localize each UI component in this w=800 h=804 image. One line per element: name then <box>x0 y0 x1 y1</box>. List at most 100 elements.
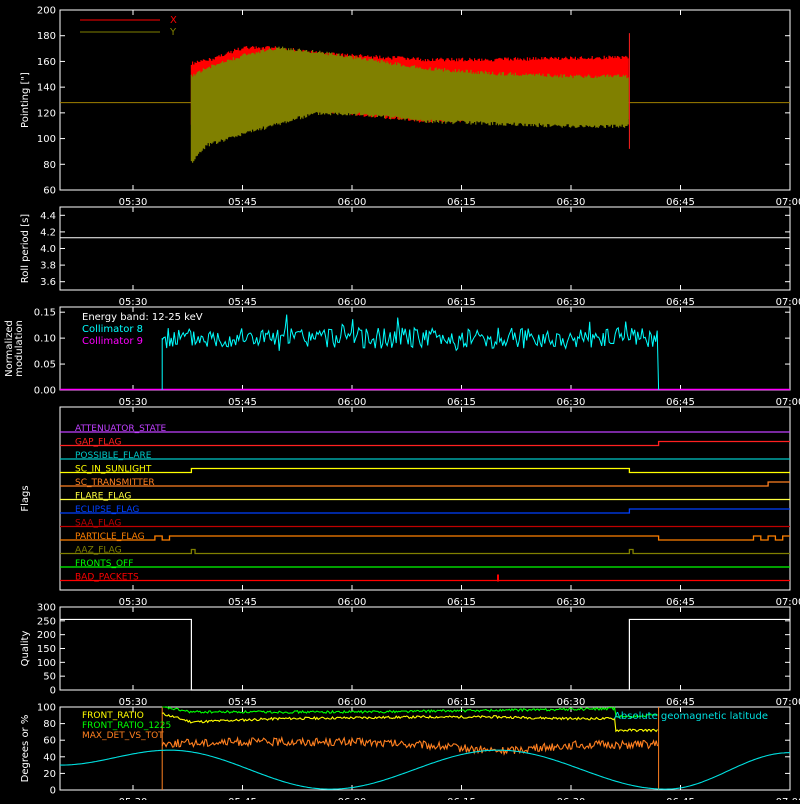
x-tick-label: 06:30 <box>557 397 586 408</box>
flag-label: BAD_PACKETS <box>75 573 139 583</box>
x-tick-label: 05:45 <box>228 197 257 208</box>
plot-frame <box>59 406 791 591</box>
flag-line-eclipse_flag <box>60 508 790 514</box>
y-tick-label: 0.10 <box>34 334 56 345</box>
panel-roll: 05:30 05:45 06:00 06:15 06:30 06:45 07:00 3.6 3.… <box>20 206 800 308</box>
x-tick-label: 05:45 <box>228 397 257 408</box>
x-tick-label: 06:15 <box>447 597 476 608</box>
x-tick-label: 05:30 <box>119 597 148 608</box>
panel-quality: 05:30 05:45 06:00 06:15 06:30 06:45 07:00 0 50 10… <box>20 603 800 709</box>
x-tick-label: 07:00 <box>776 597 800 608</box>
y-tick-label: 4.2 <box>40 227 56 238</box>
x-tick-label: 05:30 <box>119 297 148 308</box>
y-tick-label: 250 <box>37 616 56 627</box>
x-tick-label: 06:15 <box>447 297 476 308</box>
y-tick-label: 20 <box>43 769 56 780</box>
y-tick-label: 100 <box>37 703 56 714</box>
legend-label: MAX_DET_VS_TOT <box>82 731 164 741</box>
y-tick-label: 3.6 <box>40 277 56 288</box>
x-tick-label: 06:45 <box>666 597 695 608</box>
flag-label: SAA_FLAG <box>75 519 121 529</box>
quality-line <box>60 618 790 691</box>
flag-label: ECLIPSE_FLAG <box>75 505 139 515</box>
flag-label: FLARE_FLAG <box>75 492 131 502</box>
x-tick-label: 07:00 <box>776 397 800 408</box>
flag-label: GAP_FLAG <box>75 438 121 448</box>
y-tick-label: 140 <box>37 83 56 94</box>
y-tick-label: 200 <box>37 6 56 17</box>
x-tick-label: 06:00 <box>338 197 367 208</box>
y-tick-label: 0.00 <box>34 386 56 397</box>
y-tick-label: 160 <box>37 57 56 68</box>
flag-label: ATTENUATOR_STATE <box>75 424 167 434</box>
y-tick-label: 60 <box>43 736 56 747</box>
legend-label: FRONT_RATIO <box>82 711 144 721</box>
ratio-series-1 <box>162 706 658 719</box>
panel-ratios: 05:3005:4506:0006:1506:3006:4507:0002040… <box>20 703 800 804</box>
y-axis-label: Pointing ["] <box>20 72 31 128</box>
energy-band-annotation: Energy band: 12-25 keV <box>82 312 203 323</box>
x-tick-label: 06:15 <box>447 397 476 408</box>
x-tick-label: 06:45 <box>666 297 695 308</box>
flag-line-gap_flag <box>60 440 790 447</box>
flag-line-sc_in_sunlight <box>60 467 790 474</box>
x-tick-label: 06:15 <box>447 697 476 708</box>
y-axis-label: Degrees or % <box>20 715 31 783</box>
x-tick-label: 07:00 <box>776 697 800 708</box>
flag-line-sc_transmitter <box>60 481 790 487</box>
x-tick-label: 06:30 <box>557 197 586 208</box>
x-tick-label: 06:30 <box>557 597 586 608</box>
x-tick-label: 07:00 <box>776 197 800 208</box>
y-tick-label: 40 <box>43 752 56 763</box>
flag-label: AAZ_FLAG <box>75 546 122 556</box>
y-axis-label: modulation <box>14 320 25 377</box>
legend-label: X <box>170 15 177 26</box>
ratio-series-3 <box>60 749 791 790</box>
legend-label: FRONT_RATIO_1225 <box>82 721 171 731</box>
x-tick-label: 06:45 <box>666 397 695 408</box>
x-tick-label: 06:00 <box>338 597 367 608</box>
y-tick-label: 150 <box>37 644 56 655</box>
x-tick-label: 05:45 <box>228 297 257 308</box>
ratio-series-2 <box>161 735 659 756</box>
x-tick-label: 05:45 <box>228 697 257 708</box>
x-tick-label: 06:00 <box>338 697 367 708</box>
y-tick-label: 50 <box>43 672 56 683</box>
y-tick-label: 80 <box>43 719 56 730</box>
x-tick-label: 06:00 <box>338 397 367 408</box>
x-tick-label: 05:30 <box>119 697 148 708</box>
y-tick-label: 80 <box>43 160 56 171</box>
flag-line-aaz_flag <box>60 548 790 555</box>
ratio-series-0 <box>162 712 658 733</box>
right-series-label: Absolute geomagnetic latitude <box>614 711 768 722</box>
x-tick-label: 06:45 <box>666 697 695 708</box>
y-tick-label: 4.0 <box>40 244 56 255</box>
x-tick-label: 06:00 <box>338 297 367 308</box>
flag-label: FRONTS_OFF <box>75 559 133 569</box>
y-tick-label: 0 <box>50 786 56 797</box>
y-axis-label: Quality <box>20 631 31 667</box>
series-collimator-8 <box>161 314 660 391</box>
y-tick-label: 100 <box>37 134 56 145</box>
x-tick-label: 07:00 <box>776 297 800 308</box>
flag-label: SC_IN_SUNLIGHT <box>75 465 152 475</box>
y-tick-label: 100 <box>37 658 56 669</box>
y-tick-label: 300 <box>37 603 56 614</box>
y-axis-label: Roll period [s] <box>20 214 31 283</box>
y-tick-label: 0 <box>50 686 56 697</box>
y-tick-label: 200 <box>37 630 56 641</box>
figure: 05:30 05:45 06:00 06:15 06:30 06:45 07:00 60 80 1… <box>4 6 800 804</box>
chart-stage: 05:30 05:45 06:00 06:15 06:30 06:45 07:00 60 80 1… <box>0 0 800 804</box>
y-tick-label: 0.15 <box>34 308 56 319</box>
y-tick-label: 60 <box>43 186 56 197</box>
x-tick-label: 05:45 <box>228 597 257 608</box>
panel-modulation: 05:30 05:45 06:00 06:15 06:30 06:45 07:00 0.00 0… <box>4 306 800 408</box>
y-axis-label: Flags <box>20 485 31 511</box>
x-tick-label: 06:30 <box>557 697 586 708</box>
panel-pointing: 05:30 05:45 06:00 06:15 06:30 06:45 07:00 60 80 1… <box>20 6 800 209</box>
legend-label: Y <box>169 27 177 38</box>
x-tick-label: 06:45 <box>666 197 695 208</box>
y-tick-label: 3.8 <box>40 261 56 272</box>
legend-label: Collimator 8 <box>82 324 143 335</box>
legend-label: Collimator 9 <box>82 336 143 347</box>
